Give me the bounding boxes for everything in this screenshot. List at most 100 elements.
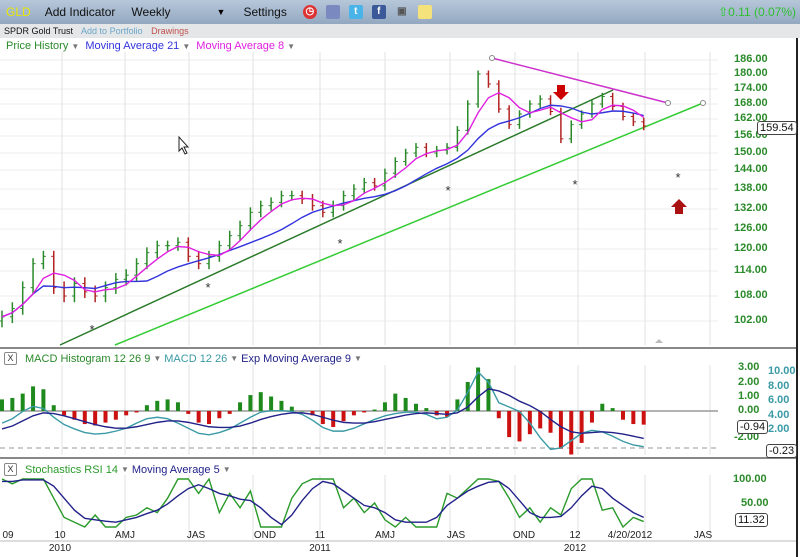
- legend-signal[interactable]: Exp Moving Average 9: [241, 353, 351, 365]
- legend-macd-histogram[interactable]: MACD Histogram 12 26 9: [25, 353, 150, 365]
- legend-macd[interactable]: MACD 12 26: [164, 353, 227, 365]
- trendline-light-green: [114, 102, 704, 346]
- macd-legend: X MACD Histogram 12 26 9 ▼ MACD 12 26 ▼ Ex…: [4, 352, 365, 365]
- sticky-note-icon[interactable]: [417, 5, 432, 19]
- macd-histogram-bar: [393, 393, 398, 411]
- chevron-down-icon[interactable]: ▼: [71, 42, 79, 51]
- macd-histogram-bar: [362, 411, 367, 413]
- legend-ma21[interactable]: Moving Average 21: [85, 40, 179, 52]
- macd-histogram-bar: [331, 411, 336, 427]
- chevron-down-icon[interactable]: ▼: [287, 42, 295, 51]
- macd-histogram-bar: [155, 400, 160, 411]
- add-to-portfolio-link[interactable]: Add to Portfolio: [81, 26, 143, 36]
- legend-stoch-ma[interactable]: Moving Average 5: [132, 464, 220, 476]
- drawings-link[interactable]: Drawings: [151, 26, 189, 36]
- chevron-down-icon[interactable]: ▼: [354, 354, 362, 363]
- legend-stoch-rsi[interactable]: Stochastics RSI 14: [25, 464, 118, 476]
- settings-button[interactable]: Settings: [243, 5, 286, 19]
- macd-histogram-bar: [124, 411, 129, 416]
- price-axis-label: 174.00: [734, 82, 768, 94]
- trendline-handle: [489, 55, 495, 61]
- macd-histogram-bar: [51, 405, 56, 411]
- period-select[interactable]: Weekly: [131, 5, 170, 19]
- price-axis-label: 168.00: [734, 97, 768, 109]
- macd-histogram-bar: [165, 399, 170, 411]
- macd-histogram-bar: [558, 411, 563, 449]
- up-arrow-icon: ⇧: [718, 5, 729, 19]
- macd-histogram-bar: [217, 411, 222, 419]
- macd-right-axis-label: 10.00: [768, 365, 796, 377]
- chevron-down-icon[interactable]: ▼: [153, 354, 161, 363]
- time-axis-label: 12: [569, 530, 581, 541]
- macd-right-axis-label: 6.00: [768, 394, 790, 406]
- macd-histogram-bar: [610, 408, 615, 411]
- price-axis-label: 108.00: [734, 289, 768, 301]
- macd-right-axis-label: 2.00: [768, 423, 790, 435]
- macd-histogram-bar: [289, 406, 294, 411]
- alarm-clock-icon[interactable]: ◷: [302, 5, 317, 19]
- asterisk-marker: *: [572, 177, 577, 192]
- macd-histogram-bar: [548, 411, 553, 433]
- time-axis-label: OND: [253, 530, 277, 541]
- signal-value-box: -0.23: [766, 444, 798, 458]
- macd-value-box: -0.94: [737, 420, 769, 434]
- chevron-down-icon[interactable]: ▼: [217, 7, 226, 17]
- close-panel-button[interactable]: X: [4, 352, 17, 365]
- macd-left-axis-label: 3.00: [738, 361, 760, 373]
- stoch-value-box: 11.32: [735, 513, 768, 527]
- legend-price-history[interactable]: Price History: [6, 40, 68, 52]
- asterisk-marker: *: [205, 280, 210, 295]
- symbol-label[interactable]: GLD: [6, 5, 31, 19]
- macd-histogram-bar: [621, 411, 625, 420]
- macd-histogram-bar: [372, 409, 377, 411]
- chevron-down-icon[interactable]: ▼: [230, 354, 238, 363]
- macd-histogram-bar: [207, 411, 211, 425]
- macd-histogram-bar: [300, 411, 305, 412]
- time-axis-label: JAS: [186, 530, 206, 541]
- trendline-dark-green: [59, 89, 614, 346]
- price-change-value: 0.11 (0.07%): [728, 5, 796, 19]
- asterisk-marker: *: [337, 236, 342, 251]
- price-change: ⇧0.11 (0.07%): [718, 5, 796, 19]
- macd-histogram-bar: [186, 411, 191, 414]
- macd-histogram-bar: [507, 411, 512, 438]
- time-axis-label: JAS: [693, 530, 713, 541]
- macd-histogram-bar: [238, 402, 243, 411]
- red-up-arrow-icon: [671, 199, 687, 214]
- asterisk-marker: *: [675, 170, 680, 185]
- asterisk-marker: *: [89, 322, 94, 337]
- stoch-legend: X Stochastics RSI 14 ▼ Moving Average 5 ▼: [4, 463, 234, 476]
- close-panel-button[interactable]: X: [4, 463, 17, 476]
- toolbar: GLD Add Indicator Weekly ▼ Settings ◷ t …: [0, 0, 800, 24]
- macd-histogram-bar: [641, 411, 646, 425]
- macd-histogram-bar: [269, 396, 274, 411]
- chevron-down-icon[interactable]: ▼: [182, 42, 190, 51]
- camera-icon[interactable]: ▣: [395, 5, 409, 19]
- asterisk-marker: *: [445, 183, 450, 198]
- macd-histogram-bar: [538, 411, 543, 429]
- macd-histogram-bar: [62, 411, 67, 416]
- mouse-cursor-icon: [178, 135, 190, 155]
- price-axis-label: 114.00: [734, 264, 768, 276]
- macd-right-axis-label: 8.00: [768, 380, 790, 392]
- red-down-arrow-icon: [553, 85, 569, 100]
- chevron-down-icon[interactable]: ▼: [223, 465, 231, 474]
- facebook-icon[interactable]: f: [371, 5, 386, 19]
- macd-histogram-bar: [496, 411, 501, 419]
- time-axis-label: AMJ: [375, 530, 395, 541]
- twitter-icon[interactable]: t: [348, 5, 363, 19]
- price-axis-label: 126.00: [734, 222, 768, 234]
- add-indicator-button[interactable]: Add Indicator: [45, 5, 116, 19]
- macd-histogram-bar: [103, 411, 108, 423]
- macd-histogram-bar: [144, 405, 149, 411]
- book-icon[interactable]: [325, 5, 340, 19]
- price-axis-label: 150.00: [734, 146, 768, 158]
- trendline-handle: [665, 100, 671, 106]
- macd-histogram-bar: [248, 395, 253, 411]
- macd-histogram-bar: [10, 397, 15, 411]
- legend-ma8[interactable]: Moving Average 8: [196, 40, 284, 52]
- time-axis-label: 4/20/2012: [607, 530, 653, 541]
- macd-left-axis-label: 2.00: [738, 376, 760, 388]
- price-axis-label: 180.00: [734, 67, 768, 79]
- chevron-down-icon[interactable]: ▼: [121, 465, 129, 474]
